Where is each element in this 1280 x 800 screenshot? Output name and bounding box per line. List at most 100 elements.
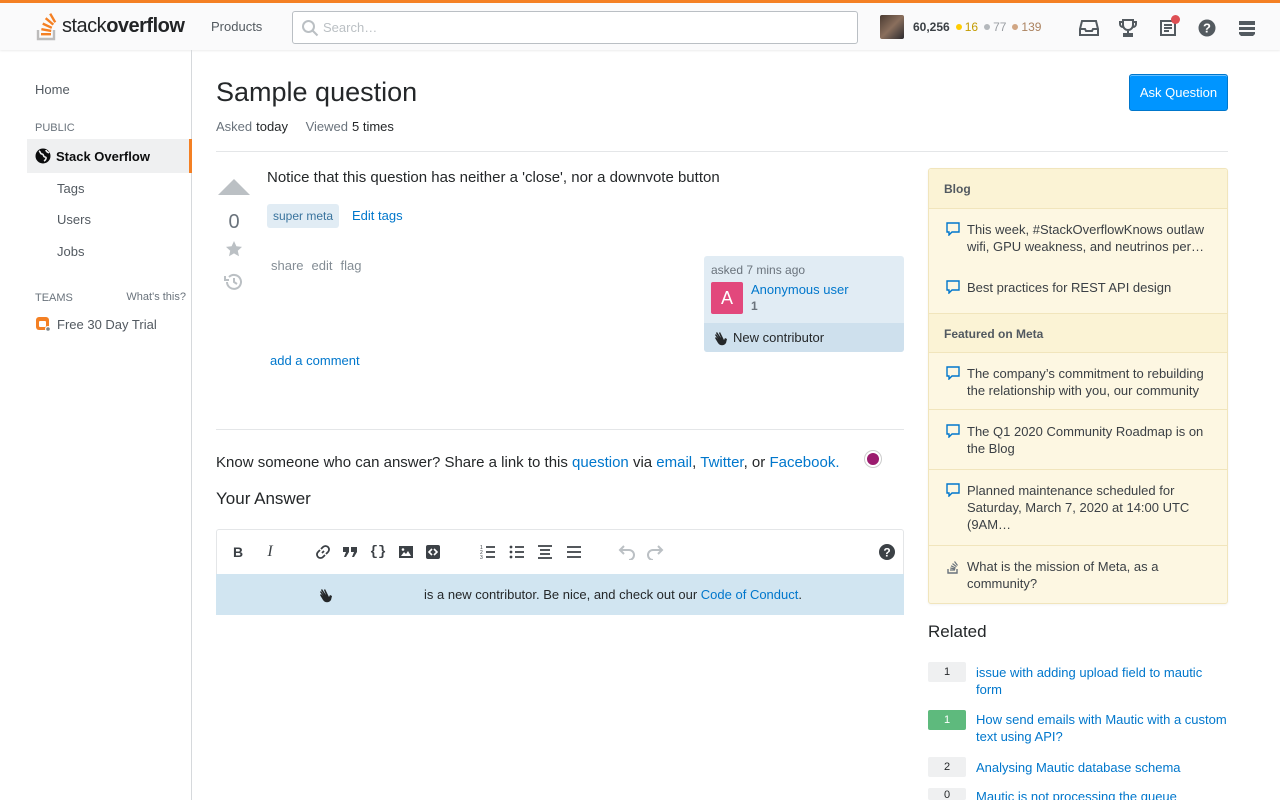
numbered-list-button[interactable]: 123 [477, 542, 499, 562]
viewed-value: 5 times [351, 119, 394, 134]
meta-post-icon [946, 424, 960, 438]
silver-badge-count: 77 [993, 20, 1007, 34]
gold-badge-count: 16 [964, 20, 979, 34]
related-answer-count[interactable]: 1 [928, 662, 966, 682]
edit-link[interactable]: edit [312, 258, 333, 273]
share-prompt: Know someone who can answer? Share a lin… [216, 454, 840, 471]
page-title[interactable]: Sample question [216, 77, 417, 108]
italic-button[interactable]: I [259, 542, 281, 562]
left-sidebar: Home PUBLIC Stack Overflow Tags Users Jo… [27, 50, 192, 800]
flag-link[interactable]: flag [341, 258, 362, 273]
tag-super-meta[interactable]: super meta [267, 204, 340, 228]
favorite-button[interactable] [216, 240, 252, 261]
quote-icon [343, 547, 357, 557]
gold-badge-icon [955, 24, 962, 30]
blog-item[interactable]: Best practices for REST API design [967, 279, 1212, 296]
related-question-link[interactable]: Mautic is not processing the queue [976, 788, 1228, 800]
nav-home[interactable]: Home [35, 82, 70, 97]
bulleted-list-button[interactable] [506, 542, 528, 562]
owner-card: asked 7 mins ago A Anonymous user 1 New … [704, 256, 904, 352]
related-question-link[interactable]: issue with adding upload field to mautic… [976, 664, 1228, 698]
heading-button[interactable] [534, 542, 556, 562]
silver-badge-icon [984, 24, 991, 30]
nav-item-stack-overflow[interactable]: Stack Overflow [27, 139, 192, 173]
nav-jobs[interactable]: Jobs [57, 244, 84, 259]
ask-question-button[interactable]: Ask Question [1129, 74, 1228, 111]
timeline-button[interactable] [216, 273, 252, 294]
extension-icon[interactable] [865, 451, 881, 467]
image-button[interactable] [395, 542, 417, 562]
code-button[interactable]: {} [367, 542, 389, 562]
meta-post-icon [946, 366, 960, 380]
answer-editor: B I {} 123 ? is a new contributor. Be ni… [216, 529, 904, 615]
share-or: , or [743, 454, 766, 471]
blockquote-button[interactable] [339, 542, 361, 562]
whats-this-link[interactable]: What's this? [126, 291, 186, 303]
editor-help-button[interactable]: ? [876, 542, 898, 562]
edit-tags-link[interactable]: Edit tags [352, 208, 403, 223]
undo-button[interactable] [616, 542, 638, 562]
globe-icon [35, 148, 51, 164]
help-button[interactable]: ? [1188, 16, 1228, 40]
products-menu[interactable]: Products [203, 12, 270, 42]
twitter-share-link[interactable]: Twitter [700, 454, 743, 471]
help-icon: ? [1198, 19, 1216, 37]
user-profile-link[interactable]: 60,256 16 77 139 [880, 14, 1041, 40]
blog-post-icon [946, 280, 960, 294]
top-bar: stackoverflow Products 60,256 16 77 139 [0, 0, 1280, 50]
horizontal-rule-icon [567, 546, 581, 558]
site-switcher-button[interactable] [1227, 16, 1267, 40]
free-trial-label: Free 30 Day Trial [57, 316, 157, 332]
code-of-conduct-link[interactable]: Code of Conduct [701, 587, 799, 602]
sidebar-widget: Blog This week, #StackOverflowKnows outl… [928, 168, 1228, 604]
post-divider [216, 429, 904, 430]
search-input[interactable] [323, 12, 843, 43]
add-comment-link[interactable]: add a comment [270, 353, 360, 368]
related-answer-count[interactable]: 2 [928, 757, 966, 777]
meta-item[interactable]: The Q1 2020 Community Roadmap is on the … [967, 423, 1212, 457]
facebook-share-link[interactable]: Facebook. [769, 454, 839, 471]
free-trial-link[interactable]: Free 30 Day Trial [35, 316, 157, 332]
nav-tags[interactable]: Tags [57, 181, 84, 196]
achievements-button[interactable] [1109, 16, 1149, 40]
nav-users[interactable]: Users [57, 212, 91, 227]
notice-period: . [798, 587, 802, 602]
meta-item[interactable]: Planned maintenance scheduled for Saturd… [967, 482, 1212, 533]
stackoverflow-logo[interactable]: stackoverflow [35, 10, 185, 42]
sidebar-divider [929, 409, 1227, 410]
avatar [880, 15, 904, 39]
nav-item-label: Stack Overflow [56, 148, 150, 164]
share-prefix: Know someone who can answer? Share a lin… [216, 454, 568, 471]
code-braces-icon: {} [369, 544, 387, 560]
featured-meta-header: Featured on Meta [929, 313, 1227, 353]
related-answer-count[interactable]: 0 [928, 788, 966, 800]
link-button[interactable] [312, 542, 334, 562]
owner-name-link[interactable]: Anonymous user [751, 282, 849, 297]
question-share-link[interactable]: question [572, 454, 629, 471]
share-link[interactable]: share [271, 258, 304, 273]
new-contributor-badge[interactable]: New contributor [704, 323, 904, 352]
nav-section-public: PUBLIC [35, 122, 75, 134]
inbox-button[interactable] [1069, 16, 1109, 40]
your-answer-heading: Your Answer [216, 489, 311, 508]
horizontal-rule-button[interactable] [563, 542, 585, 562]
meta-item[interactable]: What is the mission of Meta, as a commun… [967, 558, 1212, 592]
bold-button[interactable]: B [227, 542, 249, 562]
upvote-button[interactable] [216, 176, 252, 199]
snippet-button[interactable] [422, 542, 444, 562]
header-divider [216, 151, 1228, 152]
related-answer-count[interactable]: 1 [928, 710, 966, 730]
related-question-link[interactable]: Analysing Mautic database schema [976, 759, 1228, 776]
help-icon: ? [879, 544, 895, 560]
owner-avatar[interactable]: A [711, 282, 743, 314]
search-icon [302, 20, 319, 37]
logo-text-bold: overflow [106, 14, 185, 37]
blog-item[interactable]: This week, #StackOverflowKnows outlaw wi… [967, 221, 1212, 255]
logo-text-plain: stack [62, 14, 107, 37]
image-icon [399, 546, 413, 558]
redo-button[interactable] [644, 542, 666, 562]
review-queue-button[interactable] [1148, 15, 1188, 40]
meta-item[interactable]: The company’s commitment to rebuilding t… [967, 365, 1212, 399]
related-question-link[interactable]: How send emails with Mautic with a custo… [976, 711, 1228, 745]
email-share-link[interactable]: email [656, 454, 692, 471]
